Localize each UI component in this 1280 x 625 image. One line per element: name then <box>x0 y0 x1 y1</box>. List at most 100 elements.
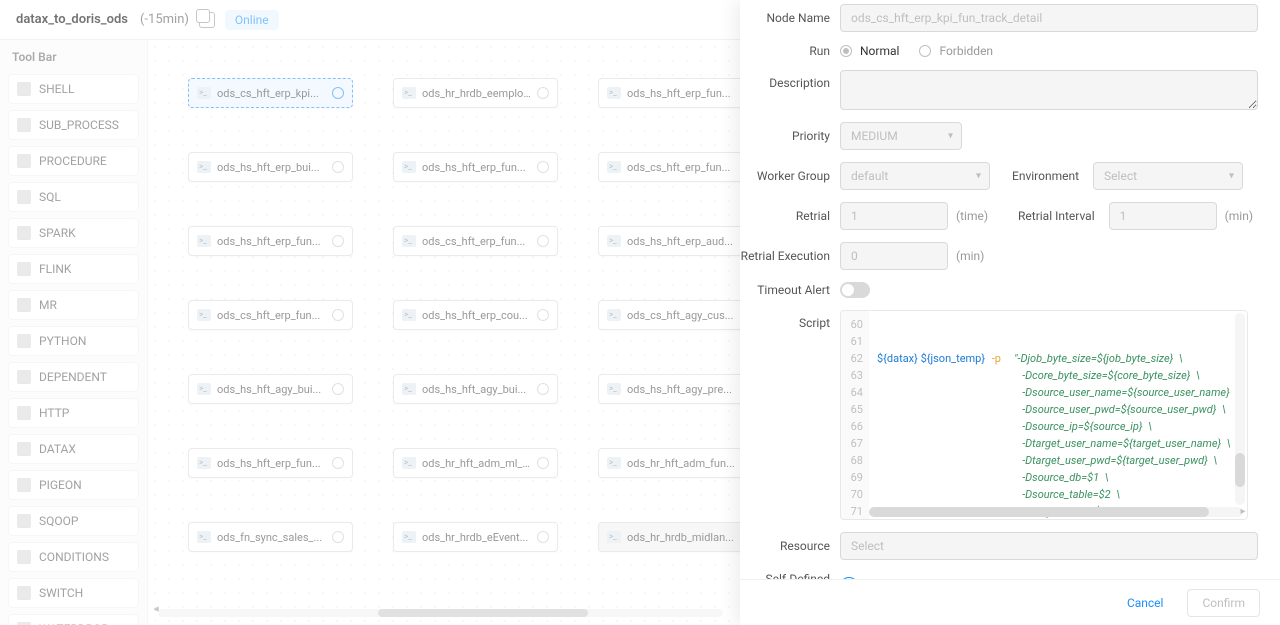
select-value: MEDIUM <box>851 129 898 143</box>
retrial-interval-input[interactable] <box>1109 202 1217 230</box>
shell-icon <box>402 161 416 173</box>
scrollbar-thumb[interactable] <box>1235 453 1245 487</box>
tool-datax[interactable]: DATAX <box>8 434 139 464</box>
drawer-body: Node Name Run Normal Forbidden Descripti… <box>740 0 1280 579</box>
cancel-button[interactable]: Cancel <box>1113 590 1178 616</box>
tool-http[interactable]: HTTP <box>8 398 139 428</box>
label-retrial: Retrial <box>740 209 840 223</box>
tool-icon <box>17 586 31 600</box>
code-v-scrollbar[interactable] <box>1235 313 1245 505</box>
label-priority: Priority <box>740 129 840 143</box>
node-label: ods_hs_hft_erp_fun... <box>217 235 326 248</box>
tool-conditions[interactable]: CONDITIONS <box>8 542 139 572</box>
dag-node[interactable]: ods_hs_hft_erp_aud... <box>598 226 763 256</box>
dag-node[interactable]: ods_cs_hft_erp_fun... <box>188 300 353 330</box>
node-label: ods_hs_hft_agy_bui... <box>217 383 326 396</box>
tool-procedure[interactable]: PROCEDURE <box>8 146 139 176</box>
dag-node[interactable]: ods_hs_hft_erp_bui... <box>188 152 353 182</box>
tool-waterdrop[interactable]: WATERDROP <box>8 614 139 625</box>
dag-node[interactable]: ods_cs_hft_erp_kpi... <box>188 78 353 108</box>
dag-node[interactable]: ods_hs_hft_erp_fun... <box>188 226 353 256</box>
scrollbar-thumb[interactable] <box>869 507 1209 517</box>
script-editor[interactable]: 606162636465666768697071727374 ${datax} … <box>840 310 1248 520</box>
tool-icon <box>17 442 31 456</box>
dag-node[interactable]: ods_hr_hft_adm_fun... <box>598 448 763 478</box>
node-label: ods_hr_hrdb_eemplo... <box>422 87 531 100</box>
node-label: ods_cs_hft_erp_fun... <box>422 235 531 248</box>
retrial-execution-unit: (min) <box>956 249 984 263</box>
radio-normal[interactable] <box>840 45 852 57</box>
confirm-button[interactable]: Confirm <box>1187 589 1260 617</box>
sidebar-title: Tool Bar <box>8 50 139 64</box>
scroll-right-icon[interactable]: ▸ <box>1240 506 1245 517</box>
dag-node[interactable]: ods_hr_hft_adm_ml_... <box>393 448 558 478</box>
dag-node[interactable]: ods_hs_hft_agy_pre... <box>598 374 763 404</box>
shell-icon <box>607 87 621 99</box>
tool-mr[interactable]: MR <box>8 290 139 320</box>
dag-node[interactable]: ods_cs_hft_erp_fun... <box>393 226 558 256</box>
tool-label: PIGEON <box>39 478 82 492</box>
dag-node[interactable]: ods_hs_hft_erp_fun... <box>188 448 353 478</box>
retrial-input[interactable] <box>840 202 948 230</box>
label-run: Run <box>740 44 840 58</box>
tool-icon <box>17 82 31 96</box>
dag-node[interactable]: ods_hr_hrdb_eEvent... <box>393 522 558 552</box>
tool-pigeon[interactable]: PIGEON <box>8 470 139 500</box>
node-label: ods_hs_hft_erp_fun... <box>217 457 326 470</box>
tool-sqoop[interactable]: SQOOP <box>8 506 139 536</box>
tool-shell[interactable]: SHELL <box>8 74 139 104</box>
tool-icon <box>17 514 31 528</box>
node-name-input[interactable] <box>840 4 1258 32</box>
node-label: ods_cs_hft_erp_fun... <box>217 309 326 322</box>
node-label: ods_hs_hft_agy_pre... <box>627 383 736 396</box>
node-label: ods_hr_hft_adm_fun... <box>627 457 736 470</box>
description-input[interactable] <box>840 70 1258 110</box>
canvas-scrollbar[interactable] <box>158 609 723 617</box>
status-icon <box>537 531 549 543</box>
tool-sql[interactable]: SQL <box>8 182 139 212</box>
dag-node[interactable]: ods_cs_hft_agy_cus... <box>598 300 763 330</box>
dag-node[interactable]: ods_hs_hft_erp_fun... <box>598 78 763 108</box>
tool-flink[interactable]: FLINK <box>8 254 139 284</box>
node-settings-drawer: Node Name Run Normal Forbidden Descripti… <box>740 0 1280 625</box>
worker-group-select[interactable]: default▾ <box>840 162 990 190</box>
tool-dependent[interactable]: DEPENDENT <box>8 362 139 392</box>
retrial-unit: (time) <box>956 209 988 223</box>
dag-node[interactable]: ods_hs_hft_agy_bui... <box>188 374 353 404</box>
dag-node[interactable]: ods_hs_hft_erp_fun... <box>393 152 558 182</box>
tool-icon <box>17 478 31 492</box>
label-self-defined-param: Self-Defined Parameter <box>740 572 840 579</box>
script-code[interactable]: ${datax} ${json_temp} -p "-Djob_byte_siz… <box>869 311 1247 519</box>
select-placeholder: Select <box>1104 169 1137 183</box>
node-label: ods_hr_hft_adm_ml_... <box>422 457 531 470</box>
shell-icon <box>607 309 621 321</box>
workflow-name: datax_to_doris_ods <box>16 12 128 27</box>
radio-forbidden[interactable] <box>919 45 931 57</box>
tool-switch[interactable]: SWITCH <box>8 578 139 608</box>
timeout-switch[interactable] <box>840 282 870 298</box>
chevron-down-icon: ▾ <box>1229 171 1234 182</box>
shell-icon <box>402 309 416 321</box>
dag-node[interactable]: ods_fn_sync_sales_... <box>188 522 353 552</box>
label-description: Description <box>740 70 840 90</box>
label-retrial-execution: Retrial Execution <box>740 249 840 263</box>
scrollbar-thumb[interactable] <box>378 609 588 617</box>
dag-node[interactable]: ods_hs_hft_agy_bui... <box>393 374 558 404</box>
environment-select[interactable]: Select ▾ <box>1093 162 1243 190</box>
dag-node[interactable]: ods_hr_hrdb_eemplo... <box>393 78 558 108</box>
status-icon <box>537 309 549 321</box>
code-h-scrollbar[interactable]: ▸ <box>869 507 1243 517</box>
dag-node[interactable]: ods_hs_hft_erp_cou... <box>393 300 558 330</box>
retrial-execution-input[interactable] <box>840 242 948 270</box>
priority-select[interactable]: MEDIUM▾ <box>840 122 962 150</box>
tool-icon <box>17 262 31 276</box>
dag-node[interactable]: ods_hr_hrdb_midlan... <box>598 522 763 552</box>
tool-subprocess[interactable]: SUB_PROCESS <box>8 110 139 140</box>
resource-select[interactable]: Select <box>840 532 1258 560</box>
dag-node[interactable]: ods_cs_hft_erp_fun... <box>598 152 763 182</box>
tool-icon <box>17 550 31 564</box>
copy-icon[interactable] <box>199 12 215 28</box>
tool-python[interactable]: PYTHON <box>8 326 139 356</box>
label-retrial-interval: Retrial Interval <box>996 209 1101 223</box>
tool-spark[interactable]: SPARK <box>8 218 139 248</box>
